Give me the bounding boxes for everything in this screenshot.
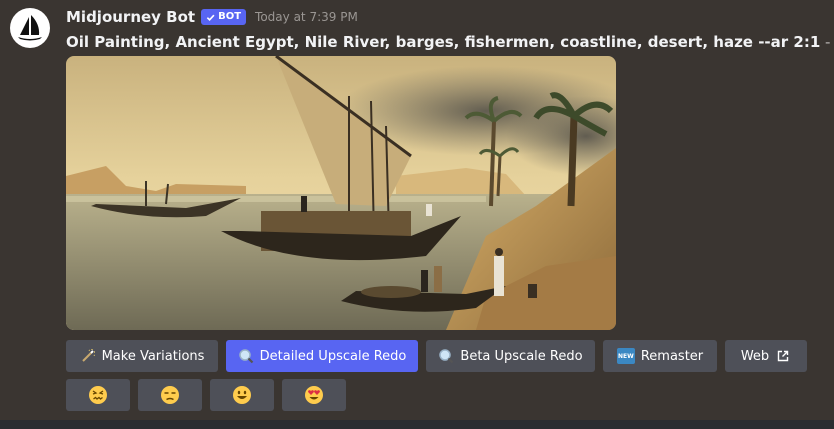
detailed-upscale-redo-button[interactable]: Detailed Upscale Redo <box>226 340 418 372</box>
make-variations-button[interactable]: Make Variations <box>66 340 218 372</box>
verified-check-icon <box>206 14 215 21</box>
remaster-label: Remaster <box>640 348 704 364</box>
beta-upscale-redo-label: Beta Upscale Redo <box>460 348 583 364</box>
sailboat-logo-icon <box>18 15 42 41</box>
bot-badge-label: BOT <box>218 11 242 22</box>
remaster-button[interactable]: NEW Remaster <box>603 340 717 372</box>
grinning-face-icon <box>233 386 251 404</box>
confounded-face-icon <box>89 386 107 404</box>
prompt-suffix: - Upscaled (Detailed) by <box>825 33 834 51</box>
reaction-grinning-button[interactable] <box>210 379 274 411</box>
heart-eyes-face-icon <box>305 386 323 404</box>
beta-upscale-redo-button[interactable]: Beta Upscale Redo <box>426 340 595 372</box>
web-label: Web <box>740 348 770 364</box>
bottom-divider <box>0 420 834 429</box>
nile-painting-image <box>66 56 616 330</box>
make-variations-label: Make Variations <box>101 348 205 364</box>
web-button[interactable]: Web <box>725 340 807 372</box>
bot-badge: BOT <box>201 9 247 25</box>
reaction-unamused-button[interactable] <box>138 379 202 411</box>
detailed-upscale-redo-label: Detailed Upscale Redo <box>259 348 407 364</box>
magic-wand-icon <box>80 348 96 364</box>
generated-image[interactable] <box>66 56 616 330</box>
prompt-text: Oil Painting, Ancient Egypt, Nile River,… <box>66 31 834 53</box>
reaction-confounded-button[interactable] <box>66 379 130 411</box>
bot-avatar[interactable] <box>10 8 50 48</box>
unamused-face-icon <box>161 386 179 404</box>
magnifier-icon <box>438 348 454 364</box>
new-icon: NEW <box>616 348 635 364</box>
external-link-icon <box>775 348 791 364</box>
new-icon-text: NEW <box>617 352 634 360</box>
message-header: Midjourney Bot BOT Today at 7:39 PM <box>66 6 358 28</box>
message-timestamp: Today at 7:39 PM <box>255 10 358 24</box>
reaction-heart-eyes-button[interactable] <box>282 379 346 411</box>
magnifier-icon <box>238 348 254 364</box>
prompt-bold: Oil Painting, Ancient Egypt, Nile River,… <box>66 33 821 51</box>
author-name[interactable]: Midjourney Bot <box>66 8 195 26</box>
